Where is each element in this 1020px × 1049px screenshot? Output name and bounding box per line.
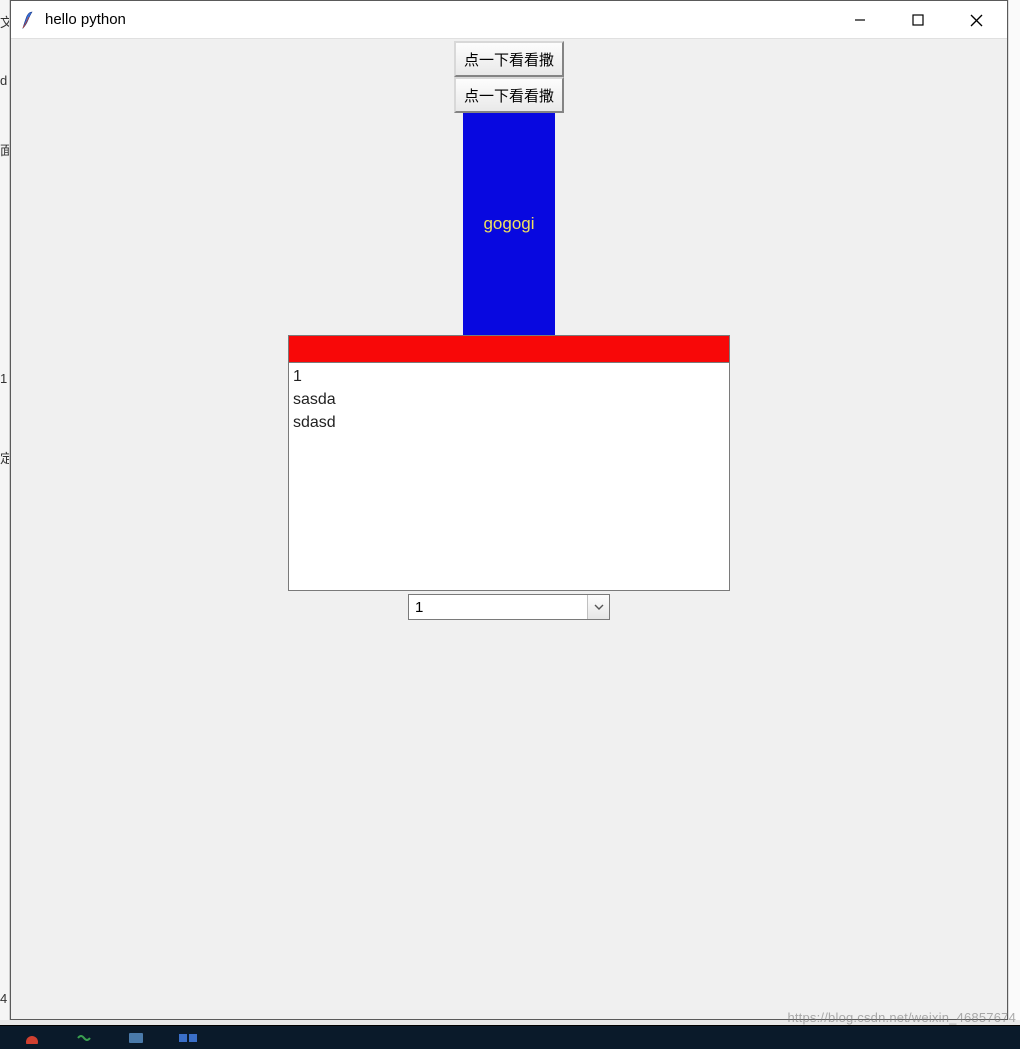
text-widget[interactable] (288, 363, 730, 591)
client-area: 点一下看看撒 点一下看看撒 gogogi (11, 39, 1007, 1019)
combobox[interactable] (408, 594, 610, 620)
watermark-text: https://blog.csdn.net/weixin_46857674 (787, 1010, 1016, 1025)
combobox-wrap (408, 594, 610, 620)
titlebar[interactable]: hello python (11, 1, 1007, 39)
tk-feather-icon (19, 10, 35, 30)
minimize-button[interactable] (831, 1, 889, 39)
taskbar-icon-1[interactable] (20, 1029, 44, 1047)
maximize-button[interactable] (889, 1, 947, 39)
entry-input[interactable] (288, 335, 730, 363)
tk-window: hello python 点一下看看撒 点一下看看撒 gogogi (10, 0, 1008, 1020)
taskbar[interactable] (0, 1025, 1020, 1049)
window-title: hello python (45, 11, 831, 28)
background-editor-left: 文 d 面 1 定 4 (0, 0, 10, 1020)
background-editor-right (1008, 0, 1020, 1020)
button-2[interactable]: 点一下看看撒 (454, 77, 564, 113)
button-1[interactable]: 点一下看看撒 (454, 41, 564, 77)
close-button[interactable] (947, 1, 1005, 39)
label-text: gogogi (483, 214, 534, 234)
taskbar-icon-2[interactable] (72, 1029, 96, 1047)
taskbar-icon-3[interactable] (124, 1029, 148, 1047)
taskbar-icon-4[interactable] (176, 1029, 200, 1047)
label-gogogi: gogogi (463, 113, 555, 335)
window-controls (831, 1, 1005, 38)
